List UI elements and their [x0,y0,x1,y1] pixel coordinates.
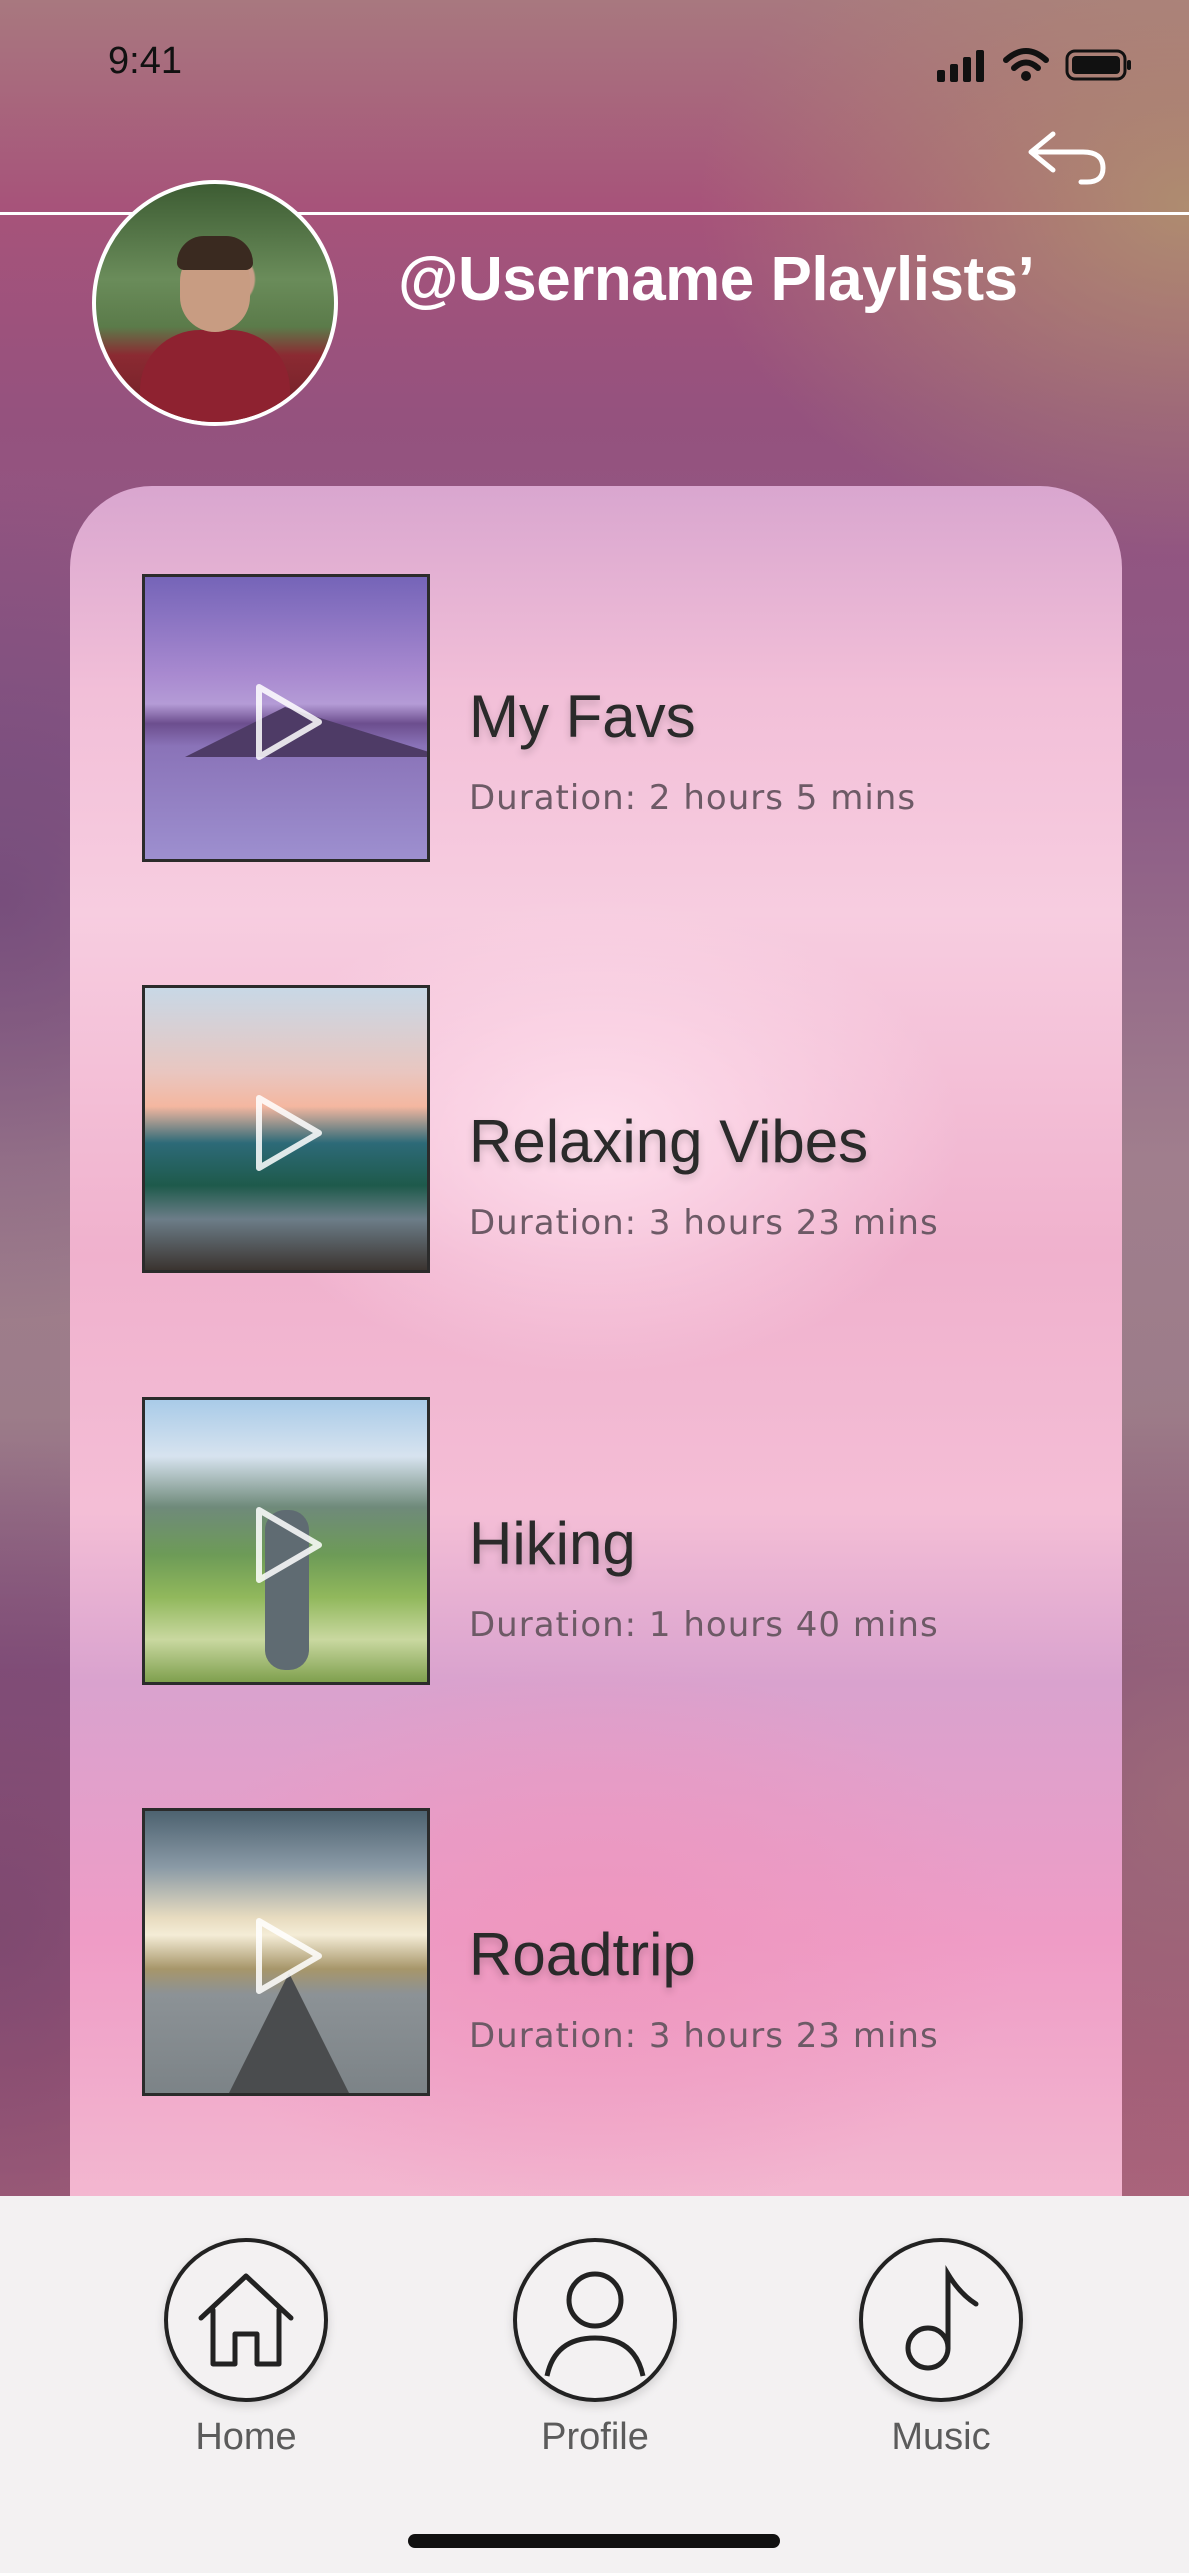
status-icons [935,48,1133,82]
playlist-title: Hiking [469,1510,636,1577]
music-note-icon [905,2264,979,2371]
playlist-duration: Duration: 3 hours 23 mins [469,1203,939,1243]
play-icon[interactable] [253,1915,325,1997]
playlist-duration: Duration: 3 hours 23 mins [469,2016,939,2056]
tab-music[interactable]: Music [831,2238,1051,2459]
tab-music-label: Music [891,2416,991,2458]
signal-icon [937,50,984,82]
playlist-title: Relaxing Vibes [469,1108,869,1175]
playlist-item-relaxing-vibes[interactable]: Relaxing Vibes Duration: 3 hours 23 mins [142,985,1042,1277]
avatar[interactable] [92,180,338,426]
tab-home[interactable]: Home [136,2238,356,2459]
playlist-thumbnail[interactable] [142,1808,430,2096]
tab-home-button[interactable] [164,2238,328,2402]
playlist-thumbnail[interactable] [142,574,430,862]
play-icon[interactable] [253,1092,325,1174]
play-icon[interactable] [253,1504,325,1586]
playlist-duration: Duration: 2 hours 5 mins [469,778,917,818]
status-time: 9:41 [108,40,182,82]
home-indicator[interactable] [408,2534,780,2548]
back-arrow-icon [1028,131,1106,185]
playlist-card: My Favs Duration: 2 hours 5 mins Relaxin… [70,486,1122,2196]
play-icon[interactable] [253,681,325,763]
playlist-thumbnail[interactable] [142,985,430,1273]
tab-music-button[interactable] [859,2238,1023,2402]
tab-home-label: Home [195,2416,297,2458]
playlist-item-hiking[interactable]: Hiking Duration: 1 hours 40 mins [142,1397,1042,1689]
page-title: @Username Playlists’ [398,245,1035,314]
tab-bar: Home Profile Music [0,2196,1189,2573]
playlist-item-roadtrip[interactable]: Roadtrip Duration: 3 hours 23 mins [142,1808,1042,2100]
playlist-duration: Duration: 1 hours 40 mins [469,1605,939,1645]
tab-profile[interactable]: Profile [485,2238,705,2459]
wifi-icon [1003,48,1049,81]
playlist-title: Roadtrip [469,1921,696,1988]
playlist-thumbnail[interactable] [142,1397,430,1685]
home-icon [198,2273,294,2367]
profile-icon [544,2271,646,2377]
back-button[interactable] [1023,124,1109,188]
tab-profile-button[interactable] [513,2238,677,2402]
battery-icon [1065,49,1131,81]
avatar-hair [177,236,253,270]
tab-profile-label: Profile [541,2416,649,2458]
playlist-title: My Favs [469,683,696,750]
avatar-shirt [140,330,290,422]
playlist-item-my-favs[interactable]: My Favs Duration: 2 hours 5 mins [142,574,1042,866]
